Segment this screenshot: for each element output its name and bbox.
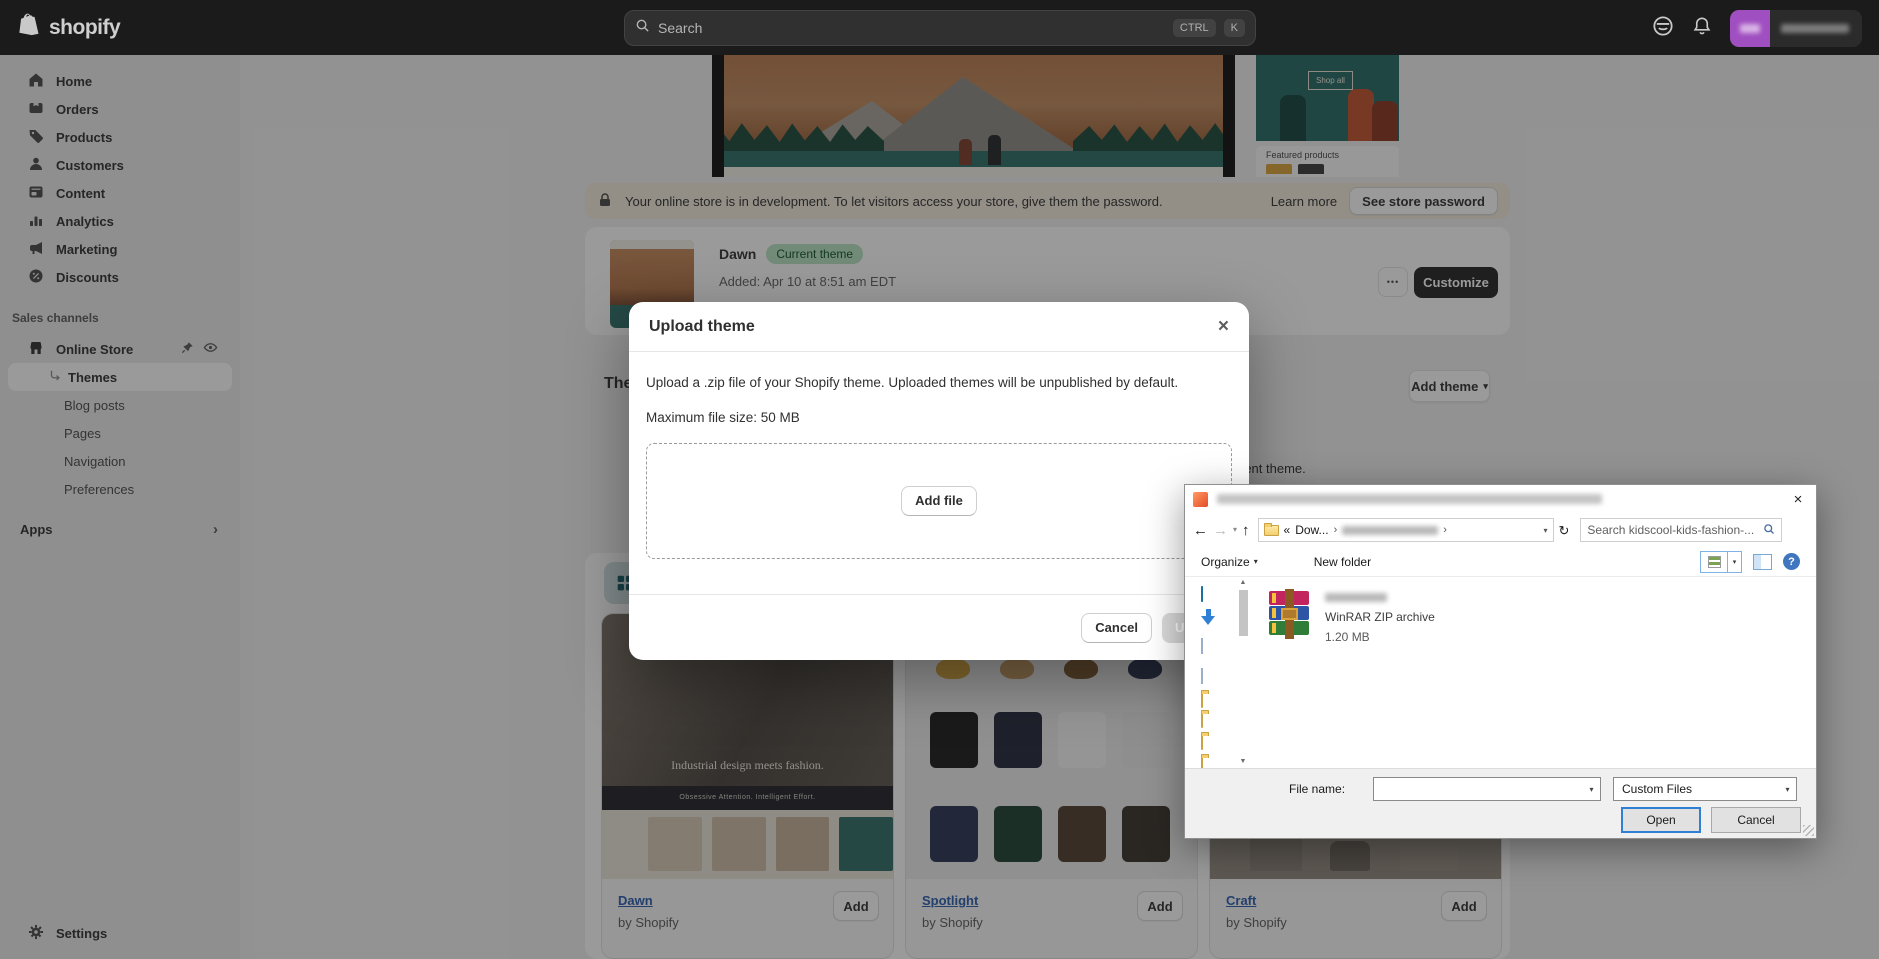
forward-icon: →	[1213, 521, 1228, 539]
refresh-icon[interactable]: ↻	[1559, 524, 1570, 537]
shopify-bag-icon	[18, 12, 42, 43]
store-name-redacted	[1770, 9, 1862, 47]
scroll-up-icon[interactable]: ▲	[1240, 579, 1247, 586]
modal-max-size: Maximum file size: 50 MB	[646, 409, 800, 425]
file-item-zip[interactable]: WinRAR ZIP archive 1.20 MB	[1267, 589, 1435, 644]
tree-scrollbar[interactable]: ▲ ▼	[1237, 579, 1249, 765]
view-mode-caret-icon[interactable]: ▾	[1727, 551, 1741, 572]
recent-locations-caret-icon[interactable]: ▾	[1233, 526, 1237, 534]
view-mode-button[interactable]: ▾	[1700, 550, 1742, 573]
organize-label: Organize	[1201, 554, 1250, 569]
scrollbar-thumb[interactable]	[1238, 590, 1248, 636]
file-type-filter[interactable]: Custom Files ▾	[1613, 777, 1797, 801]
folder-icon[interactable]	[1201, 734, 1203, 750]
explorer-search-input[interactable]	[1587, 523, 1764, 537]
documents-icon[interactable]	[1201, 638, 1203, 654]
pictures-icon[interactable]	[1201, 668, 1203, 684]
caret-down-icon[interactable]: ▾	[1583, 785, 1600, 794]
breadcrumb-downloads[interactable]: Dow...	[1295, 523, 1328, 537]
address-dropdown-caret-icon[interactable]: ▾	[1544, 526, 1548, 535]
search-icon	[1763, 523, 1775, 538]
search-input[interactable]	[658, 20, 1165, 36]
dialog-title-redacted	[1217, 494, 1602, 504]
help-icon[interactable]: ?	[1783, 553, 1800, 570]
folder-icon[interactable]	[1201, 712, 1203, 728]
file-name-redacted	[1325, 593, 1387, 602]
desktop-icon[interactable]	[1201, 586, 1203, 602]
winrar-archive-icon	[1267, 589, 1311, 639]
windows-open-dialog: × ← → ▾ ↑ « Dow... › › ▾ ↻ Organize ▾ Ne…	[1184, 484, 1817, 839]
file-size: 1.20 MB	[1325, 630, 1370, 644]
file-name-combo[interactable]: ▾	[1373, 777, 1601, 801]
breadcrumb-prefix: «	[1283, 523, 1291, 537]
back-icon[interactable]: ←	[1193, 523, 1208, 538]
resize-grip[interactable]	[1803, 825, 1814, 836]
search-icon	[635, 18, 650, 38]
file-type-filter-value: Custom Files	[1622, 782, 1693, 796]
global-search[interactable]: CTRL K	[624, 10, 1256, 46]
chevron-right-icon: ›	[1333, 524, 1338, 536]
explorer-search-box[interactable]	[1580, 518, 1783, 542]
account-menu[interactable]	[1730, 9, 1862, 47]
shortcut-ctrl-key: CTRL	[1172, 19, 1216, 37]
sidekick-icon[interactable]	[1652, 15, 1674, 42]
caret-down-icon: ▾	[1785, 784, 1790, 794]
caret-down-icon: ▾	[1253, 557, 1258, 566]
avatar	[1730, 9, 1770, 47]
upload-theme-modal: Upload theme × Upload a .zip file of you…	[629, 302, 1249, 660]
folder-icon	[1263, 522, 1279, 536]
preview-pane-icon[interactable]	[1753, 553, 1772, 570]
address-bar[interactable]: « Dow... › › ▾	[1257, 518, 1554, 542]
organize-button[interactable]: Organize ▾	[1201, 555, 1258, 569]
chevron-right-icon: ›	[1443, 524, 1447, 536]
shopify-logo-text: shopify	[49, 15, 121, 39]
up-icon[interactable]: ↑	[1242, 523, 1250, 538]
notifications-bell-icon[interactable]	[1692, 16, 1712, 41]
dialog-cancel-button[interactable]: Cancel	[1711, 807, 1801, 833]
list-view-icon	[1707, 555, 1721, 568]
scroll-down-icon[interactable]: ▼	[1240, 758, 1247, 765]
breadcrumb-folder-redacted[interactable]	[1342, 525, 1439, 535]
file-type: WinRAR ZIP archive	[1325, 610, 1435, 624]
topbar: shopify CTRL K	[0, 0, 1879, 55]
modal-title: Upload theme	[649, 317, 755, 335]
close-icon[interactable]: ×	[1218, 317, 1229, 336]
dialog-app-icon	[1193, 491, 1208, 507]
file-name-input[interactable]	[1374, 778, 1583, 800]
modal-cancel-button[interactable]: Cancel	[1081, 612, 1152, 643]
shopify-logo[interactable]: shopify	[18, 12, 121, 43]
add-file-button[interactable]: Add file	[901, 486, 977, 517]
new-folder-button[interactable]: New folder	[1314, 555, 1371, 569]
dialog-titlebar[interactable]: ×	[1185, 485, 1816, 513]
file-dropzone[interactable]: Add file	[646, 443, 1232, 560]
close-icon[interactable]: ×	[1780, 485, 1816, 513]
shortcut-k-key: K	[1223, 19, 1245, 37]
modal-description: Upload a .zip file of your Shopify theme…	[646, 375, 1179, 390]
file-name-label: File name:	[1289, 782, 1346, 796]
folder-icon[interactable]	[1201, 692, 1203, 708]
open-button[interactable]: Open	[1621, 807, 1701, 833]
